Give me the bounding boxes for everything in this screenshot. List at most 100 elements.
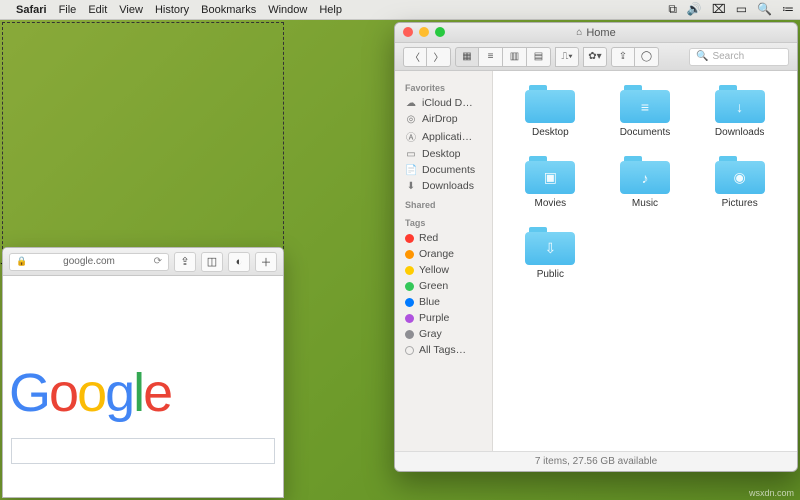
share-button[interactable]: ⇪ bbox=[611, 47, 635, 67]
cloud-icon: ☁ bbox=[405, 98, 417, 109]
close-button[interactable] bbox=[403, 27, 413, 37]
folder-icon: ⇩ bbox=[525, 227, 575, 265]
safari-toolbar: 🔒 google.com ⟳ ⇪ ◫ ◐ ＋ bbox=[3, 248, 283, 276]
sidebar-item-orange[interactable]: Orange bbox=[395, 246, 492, 262]
sidebar-item-label: Applicati… bbox=[422, 131, 472, 143]
tag-dot-icon bbox=[405, 330, 414, 339]
gallery-view-button[interactable]: ▤ bbox=[527, 47, 551, 67]
reader-button[interactable]: ◐ bbox=[228, 252, 250, 272]
sidebar-item-red[interactable]: Red bbox=[395, 230, 492, 246]
sidebar-item-purple[interactable]: Purple bbox=[395, 310, 492, 326]
folder-downloads[interactable]: ↓Downloads bbox=[700, 85, 780, 138]
volume-icon[interactable]: 🔊 bbox=[687, 2, 702, 17]
menu-window[interactable]: Window bbox=[268, 4, 307, 16]
sidebar-item-green[interactable]: Green bbox=[395, 278, 492, 294]
sidebar-item-yellow[interactable]: Yellow bbox=[395, 262, 492, 278]
google-search-input[interactable] bbox=[11, 438, 275, 464]
folder-desktop[interactable]: Desktop bbox=[510, 85, 590, 138]
down-icon: ⬇ bbox=[405, 181, 417, 192]
folder-icon: ↓ bbox=[715, 85, 765, 123]
sidebar-item-label: Yellow bbox=[419, 264, 449, 276]
folder-icon bbox=[525, 85, 575, 123]
folder-documents[interactable]: ≡Documents bbox=[605, 85, 685, 138]
wifi-icon[interactable]: ⌧ bbox=[712, 2, 726, 17]
sidebar-header: Shared bbox=[395, 194, 492, 212]
spotlight-icon[interactable]: 🔍 bbox=[757, 2, 772, 17]
tags-button[interactable]: ◯ bbox=[635, 47, 659, 67]
forward-button[interactable]: 〉 bbox=[427, 47, 451, 67]
finder-search-input[interactable]: 🔍 Search bbox=[689, 48, 789, 66]
url-text: google.com bbox=[63, 256, 115, 267]
sidebar-item-documents[interactable]: 📄 Documents bbox=[395, 162, 492, 178]
search-icon: 🔍 bbox=[696, 51, 708, 62]
share-button[interactable]: ⇪ bbox=[174, 252, 196, 272]
tag-dot-icon bbox=[405, 298, 414, 307]
finder-titlebar[interactable]: ⌂ Home bbox=[395, 23, 797, 43]
menubar: Safari File Edit View History Bookmarks Windo… bbox=[0, 0, 800, 20]
app-menu[interactable]: Safari bbox=[16, 4, 47, 16]
google-logo: Google bbox=[3, 362, 283, 424]
sidebar-item-icloud-d-[interactable]: ☁ iCloud D… bbox=[395, 95, 492, 111]
folder-label: Movies bbox=[534, 198, 566, 209]
sidebar-item-label: Documents bbox=[422, 164, 475, 176]
folder-label: Pictures bbox=[722, 198, 758, 209]
tag-dot-icon bbox=[405, 250, 414, 259]
sidebar-item-label: Downloads bbox=[422, 180, 474, 192]
sidebar-header: Favorites bbox=[395, 77, 492, 95]
address-bar[interactable]: 🔒 google.com ⟳ bbox=[9, 253, 169, 271]
menu-history[interactable]: History bbox=[155, 4, 189, 16]
new-tab-button[interactable]: ＋ bbox=[255, 252, 277, 272]
folder-label: Desktop bbox=[532, 127, 569, 138]
window-controls bbox=[403, 27, 445, 37]
desktop: Safari File Edit View History Bookmarks Windo… bbox=[0, 0, 800, 500]
icon-view-button[interactable]: ▦ bbox=[455, 47, 479, 67]
sidebar-item-label: Red bbox=[419, 232, 438, 244]
arrange-button[interactable]: ⎍▾ bbox=[555, 47, 579, 67]
reload-icon[interactable]: ⟳ bbox=[154, 256, 162, 267]
sidebar-item-all-tags-[interactable]: All Tags… bbox=[395, 342, 492, 358]
folder-label: Documents bbox=[620, 127, 671, 138]
folder-music[interactable]: ♪Music bbox=[605, 156, 685, 209]
menu-view[interactable]: View bbox=[119, 4, 143, 16]
folder-public[interactable]: ⇩ Public bbox=[510, 227, 590, 280]
sidebar-item-desktop[interactable]: ▭Desktop bbox=[395, 146, 492, 162]
folder-label: Public bbox=[537, 269, 564, 280]
sidebar-item-applicati-[interactable]: ⒶApplicati… bbox=[395, 127, 492, 146]
tag-dot-icon bbox=[405, 282, 414, 291]
sidebar-item-blue[interactable]: Blue bbox=[395, 294, 492, 310]
menu-bookmarks[interactable]: Bookmarks bbox=[201, 4, 256, 16]
menu-extras-icon[interactable]: ≔ bbox=[782, 2, 794, 17]
window-title: Home bbox=[586, 27, 615, 39]
finder-content: Desktop ≡Documents ↓Downloads ▣Movies ♪Music… bbox=[493, 71, 797, 451]
safari-window: 🔒 google.com ⟳ ⇪ ◫ ◐ ＋ Google bbox=[2, 247, 284, 498]
finder-window: ⌂ Home 〈 〉 ▦ ≡ ▥ ▤ ⎍▾ ✿▾ ⇪ ◯ bbox=[394, 22, 798, 472]
sidebar-item-airdrop[interactable]: ◎AirDrop bbox=[395, 111, 492, 127]
finder-sidebar: Favorites ☁ iCloud D… ◎AirDropⒶApplicati…▭D… bbox=[395, 71, 493, 451]
tag-dot-icon bbox=[405, 346, 414, 355]
airdrop-icon: ◎ bbox=[405, 114, 417, 125]
action-button[interactable]: ✿▾ bbox=[583, 47, 607, 67]
folder-pictures[interactable]: ◉ Pictures bbox=[700, 156, 780, 209]
folder-movies[interactable]: ▣Movies bbox=[510, 156, 590, 209]
battery-icon[interactable]: ▭ bbox=[736, 2, 747, 17]
menubar-tray: ⧉ 🔊 ⌧ ▭ 🔍 ≔ bbox=[668, 2, 794, 17]
list-view-button[interactable]: ≡ bbox=[479, 47, 503, 67]
tabs-button[interactable]: ◫ bbox=[201, 252, 223, 272]
column-view-button[interactable]: ▥ bbox=[503, 47, 527, 67]
folder-label: Music bbox=[632, 198, 658, 209]
screen-record-icon[interactable]: ⧉ bbox=[668, 2, 677, 17]
back-button[interactable]: 〈 bbox=[403, 47, 427, 67]
sidebar-item-gray[interactable]: Gray bbox=[395, 326, 492, 342]
sidebar-item-label: Desktop bbox=[422, 148, 461, 160]
zoom-button[interactable] bbox=[435, 27, 445, 37]
menu-help[interactable]: Help bbox=[319, 4, 342, 16]
menu-file[interactable]: File bbox=[59, 4, 77, 16]
doc-icon: 📄 bbox=[405, 165, 417, 176]
finder-statusbar: 7 items, 27.56 GB available bbox=[395, 451, 797, 471]
minimize-button[interactable] bbox=[419, 27, 429, 37]
sidebar-item-label: iCloud D… bbox=[422, 97, 473, 109]
sidebar-header: Tags bbox=[395, 212, 492, 230]
folder-icon: ◉ bbox=[715, 156, 765, 194]
sidebar-item-downloads[interactable]: ⬇ Downloads bbox=[395, 178, 492, 194]
menu-edit[interactable]: Edit bbox=[88, 4, 107, 16]
